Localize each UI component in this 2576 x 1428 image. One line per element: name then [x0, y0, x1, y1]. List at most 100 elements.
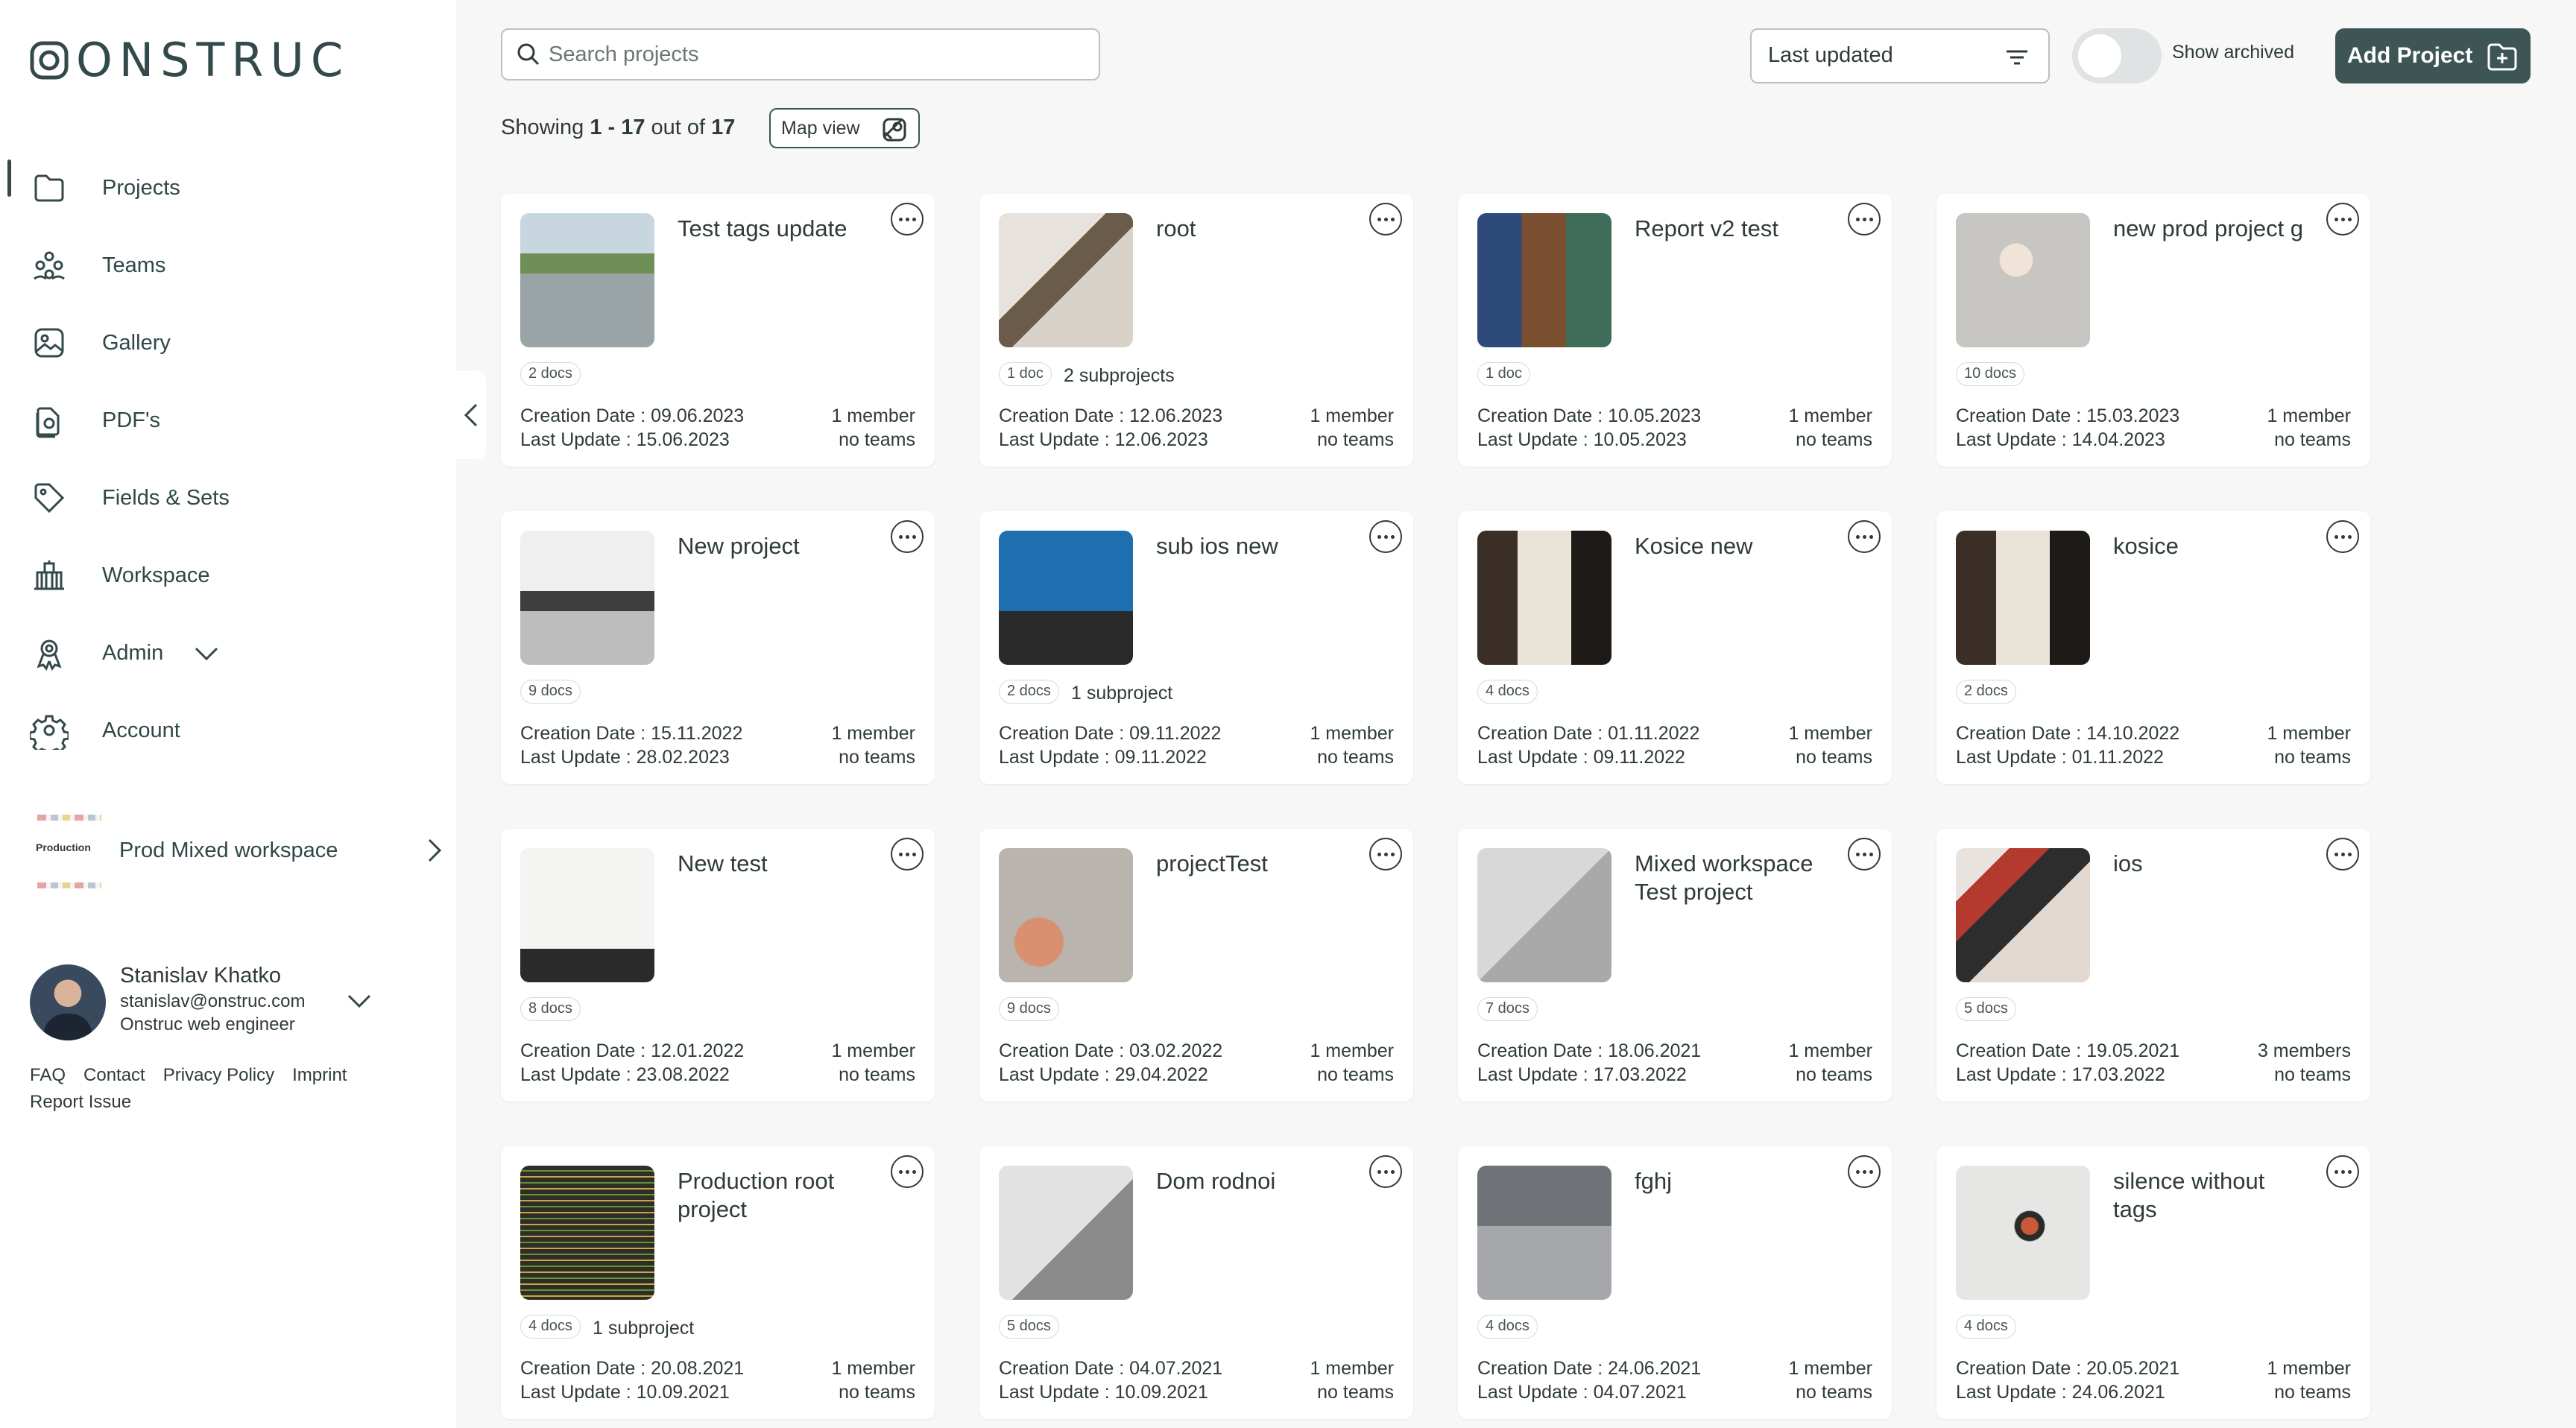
- more-options-icon[interactable]: [1848, 520, 1881, 553]
- more-options-icon[interactable]: [2326, 520, 2359, 553]
- project-meta: 1 member no teams: [1310, 404, 1394, 452]
- docs-count-badge: 4 docs: [1477, 680, 1538, 704]
- more-options-icon[interactable]: [891, 838, 924, 871]
- more-options-icon[interactable]: [2326, 1155, 2359, 1188]
- creation-date: Creation Date : 12.06.2023: [999, 405, 1223, 426]
- more-options-icon[interactable]: [2326, 838, 2359, 871]
- search-field[interactable]: [501, 28, 1100, 80]
- subprojects-link[interactable]: 1 subproject: [1071, 683, 1172, 704]
- project-card[interactable]: Dom rodnoi 5 docs Creation Date : 04.07.…: [979, 1146, 1413, 1419]
- chevron-down-icon[interactable]: [343, 984, 376, 1017]
- project-dates: Creation Date : 04.07.2021 Last Update :…: [999, 1356, 1222, 1404]
- chevron-down-icon[interactable]: [190, 636, 223, 669]
- project-card[interactable]: Report v2 test 1 doc Creation Date : 10.…: [1458, 194, 1892, 467]
- members-count: 3 members: [2257, 1040, 2351, 1061]
- project-title: Test tags update: [678, 215, 847, 241]
- sidebar-item-fields-sets[interactable]: Fields & Sets: [0, 459, 456, 537]
- creation-date: Creation Date : 10.05.2023: [1477, 405, 1702, 426]
- more-options-icon[interactable]: [1369, 203, 1402, 236]
- project-thumbnail: [1956, 213, 2090, 347]
- project-thumbnail: [1477, 1166, 1611, 1300]
- project-card[interactable]: Mixed workspace Test project 7 docs Crea…: [1458, 829, 1892, 1102]
- map-icon: [883, 118, 906, 142]
- project-dates: Creation Date : 09.11.2022 Last Update :…: [999, 721, 1221, 769]
- more-options-icon[interactable]: [1369, 1155, 1402, 1188]
- sidebar-item-teams[interactable]: Teams: [0, 227, 456, 304]
- project-card[interactable]: New project 9 docs Creation Date : 15.11…: [501, 511, 935, 784]
- sidebar-item-workspace[interactable]: Workspace: [0, 537, 456, 614]
- members-count: 1 member: [2267, 405, 2351, 426]
- project-card[interactable]: ios 5 docs Creation Date : 19.05.2021 La…: [1936, 829, 2370, 1102]
- docs-count-badge: 4 docs: [520, 1315, 581, 1339]
- project-card[interactable]: Test tags update 2 docs Creation Date : …: [501, 194, 935, 467]
- project-dates: Creation Date : 15.03.2023 Last Update :…: [1956, 404, 2179, 452]
- teams-count: no teams: [839, 747, 915, 768]
- project-card[interactable]: projectTest 9 docs Creation Date : 03.02…: [979, 829, 1413, 1102]
- docs-count-badge: 4 docs: [1477, 1315, 1538, 1339]
- sidebar-item-pdfs[interactable]: PDF's: [0, 382, 456, 459]
- members-count: 1 member: [1788, 723, 1872, 744]
- more-options-icon[interactable]: [1848, 838, 1881, 871]
- report-issue-link[interactable]: Report Issue: [30, 1092, 131, 1112]
- docs-count-badge: 1 doc: [999, 362, 1052, 386]
- sidebar-item-projects[interactable]: Projects: [0, 149, 456, 227]
- tag-icon: [30, 478, 69, 517]
- sidebar-item-account[interactable]: Account: [0, 692, 456, 769]
- project-meta: 1 member no teams: [2267, 404, 2351, 452]
- project-thumbnail: [1956, 1166, 2090, 1300]
- project-card[interactable]: Production root project 4 docs 1 subproj…: [501, 1146, 935, 1419]
- project-card[interactable]: New test 8 docs Creation Date : 12.01.20…: [501, 829, 935, 1102]
- creation-date: Creation Date : 09.11.2022: [999, 723, 1222, 744]
- subprojects-link[interactable]: 2 subprojects: [1064, 365, 1175, 387]
- sidebar-item-gallery[interactable]: Gallery: [0, 304, 456, 382]
- more-options-icon[interactable]: [1369, 520, 1402, 553]
- project-card[interactable]: new prod project g 10 docs Creation Date…: [1936, 194, 2370, 467]
- toggle-knob: [2078, 34, 2121, 78]
- project-card[interactable]: root 1 doc 2 subprojects Creation Date :…: [979, 194, 1413, 467]
- teams-count: no teams: [1796, 747, 1872, 768]
- project-dates: Creation Date : 19.05.2021 Last Update :…: [1956, 1039, 2179, 1087]
- sidebar-item-admin[interactable]: Admin: [0, 614, 456, 692]
- project-dates: Creation Date : 20.08.2021 Last Update :…: [520, 1356, 744, 1404]
- more-options-icon[interactable]: [1848, 1155, 1881, 1188]
- docs-count-badge: 10 docs: [1956, 362, 2025, 386]
- sort-dropdown[interactable]: Last updated: [1750, 28, 2050, 83]
- project-card[interactable]: kosice 2 docs Creation Date : 14.10.2022…: [1936, 511, 2370, 784]
- add-project-button[interactable]: Add Project: [2335, 28, 2531, 83]
- last-update: Last Update : 29.04.2022: [999, 1064, 1208, 1085]
- teams-count: no teams: [839, 1382, 915, 1403]
- more-options-icon[interactable]: [891, 1155, 924, 1188]
- more-options-icon[interactable]: [891, 203, 924, 236]
- last-update: Last Update : 15.06.2023: [520, 429, 730, 450]
- project-card[interactable]: sub ios new 2 docs 1 subproject Creation…: [979, 511, 1413, 784]
- project-meta: 1 member no teams: [1788, 1356, 1872, 1404]
- collapse-sidebar-button[interactable]: [456, 371, 486, 459]
- faq-link[interactable]: FAQ: [30, 1065, 66, 1085]
- more-options-icon[interactable]: [1369, 838, 1402, 871]
- project-title: fghj: [1635, 1168, 1672, 1194]
- map-view-button[interactable]: Map view: [769, 108, 920, 148]
- privacy-link[interactable]: Privacy Policy: [163, 1065, 274, 1085]
- project-card[interactable]: Kosice new 4 docs Creation Date : 01.11.…: [1458, 511, 1892, 784]
- contact-link[interactable]: Contact: [83, 1065, 145, 1085]
- last-update: Last Update : 23.08.2022: [520, 1064, 730, 1085]
- imprint-link[interactable]: Imprint: [292, 1065, 347, 1085]
- subprojects-link[interactable]: 1 subproject: [593, 1318, 694, 1339]
- more-options-icon[interactable]: [2326, 203, 2359, 236]
- show-archived-toggle[interactable]: [2072, 28, 2162, 83]
- user-profile[interactable]: Stanislav Khatko stanislav@onstruc.com O…: [30, 961, 447, 1043]
- last-update: Last Update : 12.06.2023: [999, 429, 1208, 450]
- teams-count: no teams: [2274, 1064, 2351, 1085]
- more-options-icon[interactable]: [1848, 203, 1881, 236]
- logo[interactable]: ONSTRUC: [30, 33, 350, 87]
- project-thumbnail: [1477, 531, 1611, 665]
- project-card[interactable]: silence without tags 4 docs Creation Dat…: [1936, 1146, 2370, 1419]
- map-view-label: Map view: [781, 117, 860, 139]
- search-input[interactable]: [549, 42, 1070, 67]
- workspace-switcher[interactable]: Production Prod Mixed workspace: [30, 809, 447, 894]
- project-card[interactable]: fghj 4 docs Creation Date : 24.06.2021 L…: [1458, 1146, 1892, 1419]
- members-count: 1 member: [1788, 405, 1872, 426]
- docs-count-badge: 5 docs: [1956, 997, 2016, 1021]
- docs-count-badge: 7 docs: [1477, 997, 1538, 1021]
- more-options-icon[interactable]: [891, 520, 924, 553]
